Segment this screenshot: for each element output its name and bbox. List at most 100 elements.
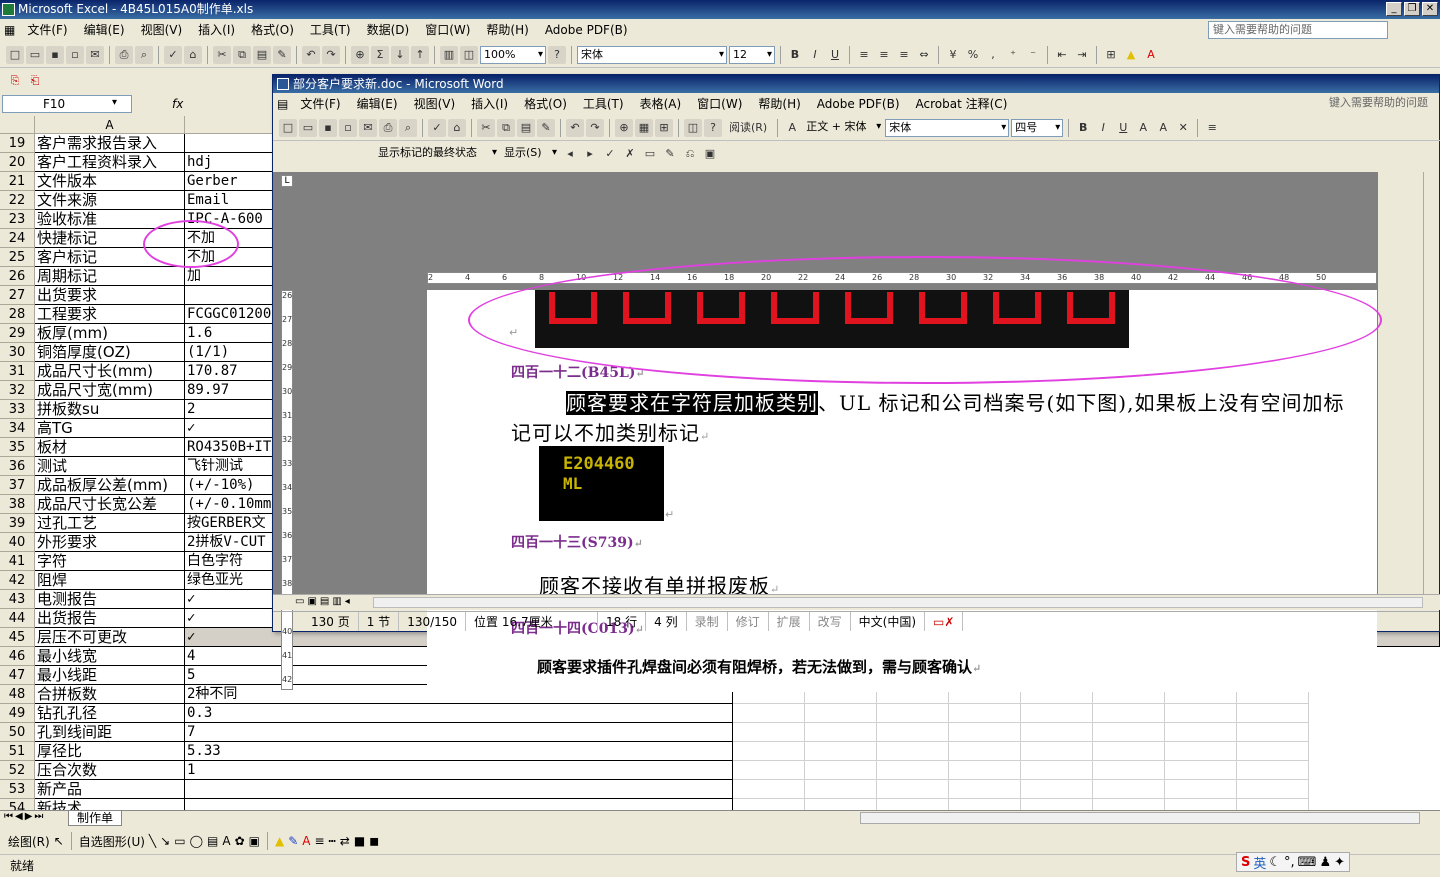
select-all-corner[interactable] <box>0 116 35 134</box>
close-button[interactable]: ✕ <box>1422 2 1438 16</box>
format-painter-icon[interactable]: ✎ <box>273 45 291 64</box>
empty-cell[interactable] <box>949 723 1021 742</box>
empty-cell[interactable] <box>949 780 1021 799</box>
empty-cell[interactable] <box>1021 780 1093 799</box>
cell-label[interactable]: 成品尺寸长(mm) <box>35 362 185 381</box>
row-number[interactable]: 43 <box>0 590 35 609</box>
word-menu-window[interactable]: 窗口(W) <box>689 93 750 115</box>
percent-icon[interactable]: % <box>964 46 982 64</box>
save-icon[interactable]: ▪ <box>46 45 64 64</box>
permission-icon[interactable]: ▫ <box>66 45 84 64</box>
word-paste-icon[interactable]: ▤ <box>517 118 535 137</box>
empty-cell[interactable] <box>1093 780 1165 799</box>
word-font-select[interactable]: 宋体 <box>885 118 1010 137</box>
word-italic-button[interactable]: I <box>1094 119 1112 137</box>
cell-value[interactable] <box>185 799 733 810</box>
track-changes-icon[interactable]: ⎌ <box>681 145 699 163</box>
row-number[interactable]: 19 <box>0 134 35 153</box>
settings-icon[interactable]: ✦ <box>1334 855 1345 870</box>
paste-icon[interactable]: ▤ <box>253 45 271 64</box>
draw-fill-color-icon[interactable]: ▲ <box>275 834 284 848</box>
row-number[interactable]: 27 <box>0 286 35 305</box>
empty-cell[interactable] <box>1021 723 1093 742</box>
row-number[interactable]: 51 <box>0 742 35 761</box>
cell-value[interactable]: 7 <box>185 723 733 742</box>
new-comment-icon[interactable]: ▭ <box>641 145 659 163</box>
empty-cell[interactable] <box>1093 723 1165 742</box>
excel-menu-format[interactable]: 格式(O) <box>243 19 302 41</box>
row-number[interactable]: 23 <box>0 210 35 229</box>
drawing-icon[interactable]: ◫ <box>460 45 478 64</box>
excel-menu-data[interactable]: 数据(D) <box>359 19 418 41</box>
cell-value[interactable]: 0.3 <box>185 704 733 723</box>
cell-label[interactable]: 高TG <box>35 419 185 438</box>
empty-cell[interactable] <box>877 799 949 810</box>
cell-label[interactable]: 字符 <box>35 552 185 571</box>
row-number[interactable]: 35 <box>0 438 35 457</box>
minimize-button[interactable]: _ <box>1386 2 1402 16</box>
cell-label[interactable]: 最小线宽 <box>35 647 185 666</box>
row-number[interactable]: 21 <box>0 172 35 191</box>
word-font-size-select[interactable]: 四号 <box>1011 118 1064 137</box>
moon-icon[interactable]: ☾ <box>1269 855 1281 870</box>
tab-selector[interactable]: L <box>281 175 293 187</box>
row-number[interactable]: 31 <box>0 362 35 381</box>
cell-label[interactable]: 合拼板数 <box>35 685 185 704</box>
column-header-a[interactable]: A <box>35 116 185 134</box>
row-number[interactable]: 39 <box>0 514 35 533</box>
word-email-icon[interactable]: ✉ <box>359 118 377 137</box>
excel-menu-help[interactable]: 帮助(H) <box>478 19 536 41</box>
font-color-icon[interactable]: A <box>1142 46 1160 64</box>
cell-label[interactable]: 成品尺寸长宽公差 <box>35 495 185 514</box>
highlight-icon[interactable]: ✎ <box>661 145 679 163</box>
cell-value[interactable]: 1 <box>185 761 733 780</box>
shadow-icon[interactable]: ■ <box>354 834 365 848</box>
textbox-icon[interactable]: ▤ <box>207 834 218 848</box>
empty-cell[interactable] <box>1165 780 1237 799</box>
cell-label[interactable]: 阻焊 <box>35 571 185 590</box>
cell-label[interactable]: 成品板厚公差(mm) <box>35 476 185 495</box>
font-size-select[interactable]: 12 <box>729 45 775 64</box>
cell-label[interactable]: 出货要求 <box>35 286 185 305</box>
status-trk[interactable]: 修订 <box>728 612 769 631</box>
sort-desc-icon[interactable]: ↑ <box>411 45 429 64</box>
punct-icon[interactable]: °, <box>1284 855 1295 870</box>
hyperlink-icon[interactable]: ⊕ <box>351 45 369 64</box>
empty-cell[interactable] <box>949 742 1021 761</box>
word-menu-acrobat-comments[interactable]: Acrobat 注释(C) <box>908 93 1016 115</box>
status-rec[interactable]: 录制 <box>687 612 728 631</box>
keyboard-icon[interactable]: ⌨ <box>1298 855 1317 870</box>
row-number[interactable]: 41 <box>0 552 35 571</box>
excel-menu-edit[interactable]: 编辑(E) <box>76 19 133 41</box>
word-insert-table-icon[interactable]: ⊞ <box>655 118 673 137</box>
read-button[interactable]: 阅读(R) <box>724 119 772 137</box>
copy-icon[interactable]: ⧉ <box>233 45 251 64</box>
oval-icon[interactable]: ◯ <box>190 834 203 848</box>
row-number[interactable]: 36 <box>0 457 35 476</box>
cell-label[interactable]: 测试 <box>35 457 185 476</box>
row-number[interactable]: 29 <box>0 324 35 343</box>
chart-wizard-icon[interactable]: ▥ <box>440 45 458 64</box>
empty-cell[interactable] <box>1237 799 1309 810</box>
cell-label[interactable]: 文件来源 <box>35 191 185 210</box>
increase-indent-icon[interactable]: ⇥ <box>1073 46 1091 64</box>
styles-pane-icon[interactable]: A <box>783 119 801 137</box>
word-print-icon[interactable]: ⎙ <box>379 118 397 137</box>
insert-function-icon[interactable]: fx <box>172 95 183 113</box>
row-number[interactable]: 37 <box>0 476 35 495</box>
draw-menu[interactable]: 绘图(R) <box>8 833 50 850</box>
word-document-area[interactable]: L 2 4 6 8 10 12 14 16 18 20 22 24 26 28 30 32 34 36 38 40 42… <box>273 172 1378 692</box>
cell-label[interactable]: 层压不可更改 <box>35 628 185 647</box>
empty-cell[interactable] <box>1021 742 1093 761</box>
ime-mode[interactable]: 英 <box>1253 853 1266 872</box>
char-scale-icon[interactable]: ✕ <box>1174 119 1192 137</box>
increase-decimal-icon[interactable]: ⁺ <box>1004 46 1022 64</box>
cell-value[interactable] <box>185 780 733 799</box>
word-title-bar[interactable]: 部分客户要求新.doc - Microsoft Word <box>273 75 1439 93</box>
cell-label[interactable]: 电测报告 <box>35 590 185 609</box>
excel-doc-icon[interactable]: ▦ <box>0 19 19 41</box>
cell-label[interactable]: 新产品 <box>35 780 185 799</box>
empty-cell[interactable] <box>805 723 877 742</box>
empty-cell[interactable] <box>733 780 805 799</box>
autoshapes-menu[interactable]: 自选图形(U) <box>79 833 145 850</box>
